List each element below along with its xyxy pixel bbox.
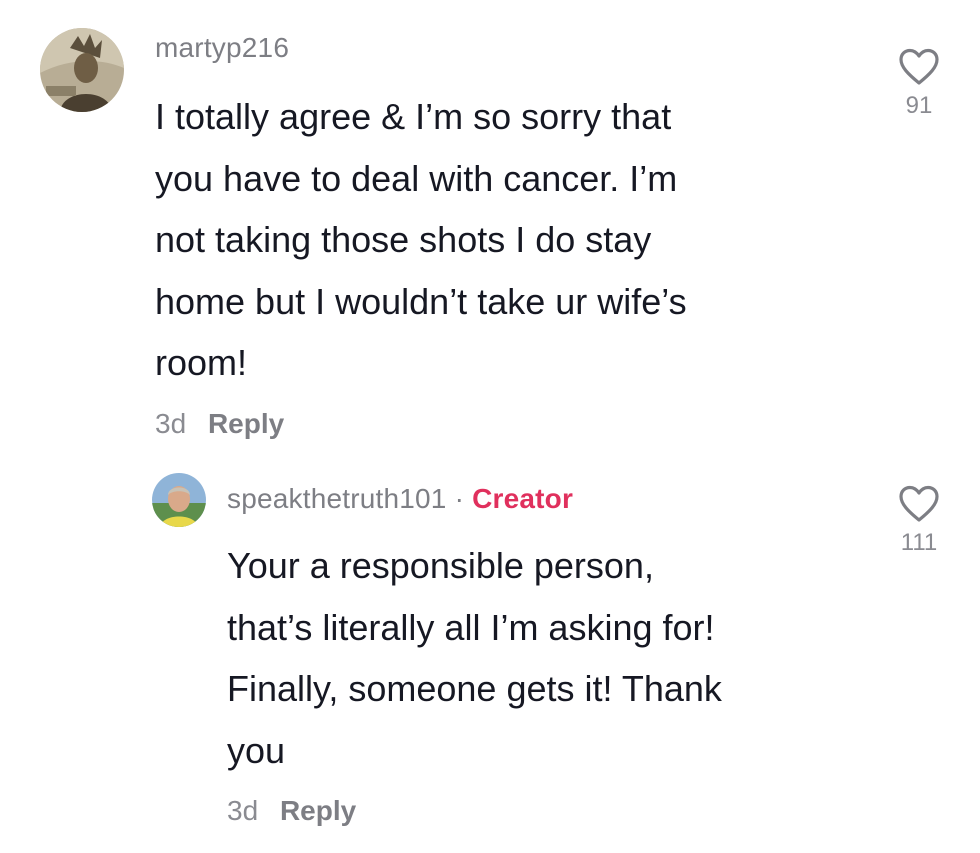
username-separator: · xyxy=(454,483,465,514)
comment-text: Your a responsible person, that’s litera… xyxy=(227,535,722,781)
heart-outline-icon[interactable] xyxy=(898,485,940,523)
comment-text-line: home but I wouldn’t take ur wife’s xyxy=(155,280,687,322)
heart-outline-icon[interactable] xyxy=(898,48,940,86)
comment-username[interactable]: speakthetruth101 · Creator xyxy=(227,483,573,515)
reply-comment-item: speakthetruth101 · Creator Your a respon… xyxy=(0,460,980,853)
like-control: 91 xyxy=(889,48,949,120)
avatar[interactable] xyxy=(152,473,206,527)
comment-timestamp: 3d xyxy=(155,408,187,439)
like-count: 111 xyxy=(900,529,938,556)
comment-meta: 3d Reply xyxy=(155,408,284,440)
reply-button[interactable]: Reply xyxy=(208,408,284,439)
comment-timestamp: 3d xyxy=(227,795,259,826)
reply-username[interactable]: speakthetruth101 xyxy=(227,483,447,514)
comment-text-line: not taking those shots I do stay xyxy=(155,219,652,260)
comment-text-line: room! xyxy=(155,342,248,383)
reply-button[interactable]: Reply xyxy=(280,795,356,826)
like-count: 91 xyxy=(905,92,933,119)
avatar-image xyxy=(40,28,124,112)
comment-text-line: Finally, someone gets it! Thank xyxy=(227,668,722,709)
creator-badge: Creator xyxy=(472,483,574,514)
avatar[interactable] xyxy=(40,28,124,112)
comment-text: I totally agree & I’m so sorry that you … xyxy=(155,86,687,394)
comment-meta: 3d Reply xyxy=(227,795,356,827)
comment-text-line: that’s literally all I’m asking for! xyxy=(227,606,715,648)
comment-text-line: Your a responsible person, xyxy=(227,545,654,586)
comment-item: martyp216 I totally agree & I’m so sorry… xyxy=(0,0,980,460)
avatar-image xyxy=(152,473,206,527)
comment-text-line: I totally agree & I’m so sorry that xyxy=(155,96,672,137)
like-control: 111 xyxy=(889,485,949,557)
comment-username[interactable]: martyp216 xyxy=(155,32,289,64)
comment-text-line: you xyxy=(227,729,286,771)
comment-text-line: you have to deal with cancer. I’m xyxy=(155,157,678,199)
